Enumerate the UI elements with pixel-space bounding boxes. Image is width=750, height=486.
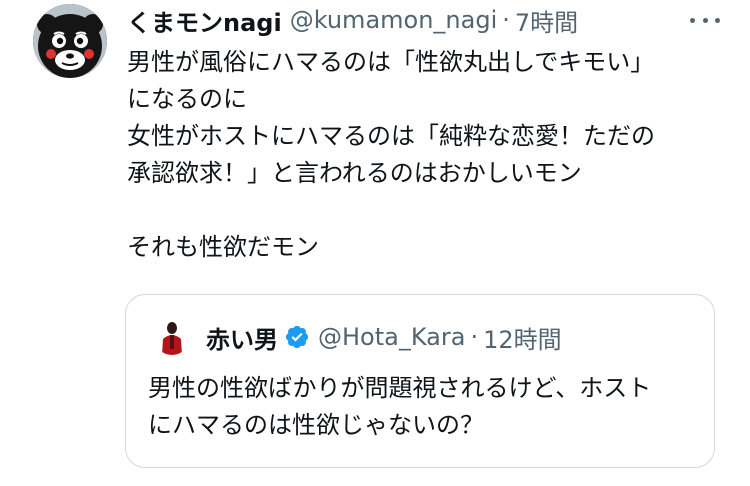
tweet-text-line: 女性がホストにハマるのは「純粋な恋愛！ただの: [127, 122, 655, 150]
avatar[interactable]: [33, 4, 107, 78]
quoted-author-name[interactable]: 赤い男: [206, 320, 278, 355]
quoted-tweet-text: 男性の性欲ばかりが問題視されるけど、ホスト にハマるのは性欲じゃないの？: [148, 370, 708, 444]
tweet: くまモンnagi @kumamon_nagi · 7時間 男性が風俗にハマるのは…: [0, 0, 750, 486]
tweet-text-line: 男性が風俗にハマるのは「性欲丸出しでキモい」: [127, 48, 655, 76]
tweet-header: くまモンnagi @kumamon_nagi · 7時間: [127, 2, 578, 38]
verified-badge-icon: [285, 325, 309, 349]
more-dots-icon: [702, 17, 708, 23]
quoted-tweet[interactable]: 赤い男 @Hota_Kara · 12時間 男性の性欲ばかりが問題視されるけど、…: [125, 294, 715, 468]
separator-dot: ·: [470, 323, 479, 351]
more-dots-icon: [690, 17, 695, 23]
quoted-text-line: にハマるのは性欲じゃないの？: [148, 411, 484, 439]
quoted-avatar[interactable]: [154, 319, 190, 355]
more-dots-icon: [715, 17, 720, 23]
timestamp[interactable]: 7時間: [515, 3, 578, 38]
kumamon-avatar-icon: [33, 4, 107, 78]
author-handle[interactable]: @kumamon_nagi: [290, 6, 498, 34]
red-man-avatar-icon: [154, 319, 190, 355]
line-break: [127, 192, 727, 229]
tweet-text: 男性が風俗にハマるのは「性欲丸出しでキモい」 になるのに 女性がホストにハマるの…: [127, 44, 727, 266]
quoted-header: 赤い男 @Hota_Kara · 12時間: [206, 317, 562, 357]
tweet-text-line: になるのに: [127, 85, 247, 113]
quoted-author-handle[interactable]: @Hota_Kara: [318, 323, 465, 351]
quoted-text-line: 男性の性欲ばかりが問題視されるけど、ホスト: [148, 374, 652, 402]
quoted-timestamp[interactable]: 12時間: [483, 320, 562, 355]
tweet-text-line: 承認欲求！」と言われるのはおかしいモン: [127, 159, 582, 187]
separator-dot: ·: [502, 6, 510, 34]
tweet-text-line: それも性欲だモン: [127, 233, 319, 261]
more-options-button[interactable]: [690, 8, 720, 32]
author-name[interactable]: くまモンnagi: [127, 3, 282, 38]
